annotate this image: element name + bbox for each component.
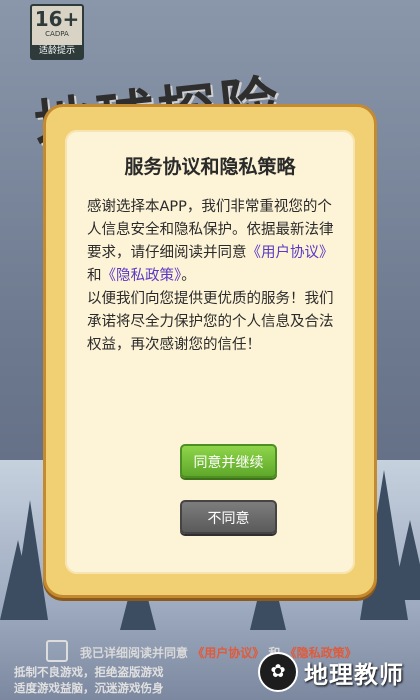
- age-rating-number: 16+: [34, 7, 80, 31]
- watermark: ✿ 地理教师: [258, 652, 404, 692]
- and-text: 和: [87, 268, 102, 284]
- watermark-text: 地理教师: [304, 660, 404, 689]
- privacy-policy-link[interactable]: 《隐私政策》: [102, 268, 182, 284]
- dialog-title: 服务协议和隐私策略: [124, 156, 296, 178]
- dialog-outro-text: 以便我们向您提供更优质的服务！我们承诺将尽全力保护您的个人信息及合法权益，再次感…: [87, 291, 334, 353]
- agree-continue-button[interactable]: 同意并继续: [180, 444, 277, 478]
- tree: [392, 520, 420, 600]
- consent-checkbox[interactable]: [46, 640, 68, 662]
- privacy-dialog: 服务协议和隐私策略 感谢选择本APP，我们非常重视您的个人信息安全和隐私保护。依…: [43, 104, 377, 598]
- age-rating-badge: 16+ CADPA 适龄提示: [30, 4, 84, 60]
- dialog-body: 感谢选择本APP，我们非常重视您的个人信息安全和隐私保护。依据最新法律要求，请仔…: [87, 196, 339, 357]
- age-rating-tip: 适龄提示: [32, 45, 82, 58]
- decline-button[interactable]: 不同意: [180, 500, 277, 534]
- consent-user-agreement-link[interactable]: 《用户协议》: [192, 646, 264, 660]
- dialog-panel: 服务协议和隐私策略 感谢选择本APP，我们非常重视您的个人信息安全和隐私保护。依…: [65, 130, 355, 574]
- period-text: 。: [181, 268, 196, 284]
- age-rating-org: CADPA: [45, 30, 69, 38]
- user-agreement-link[interactable]: 《用户协议》: [247, 245, 334, 261]
- consent-label: 我已详细阅读并同意: [80, 646, 189, 660]
- watermark-logo-icon: ✿: [258, 652, 298, 692]
